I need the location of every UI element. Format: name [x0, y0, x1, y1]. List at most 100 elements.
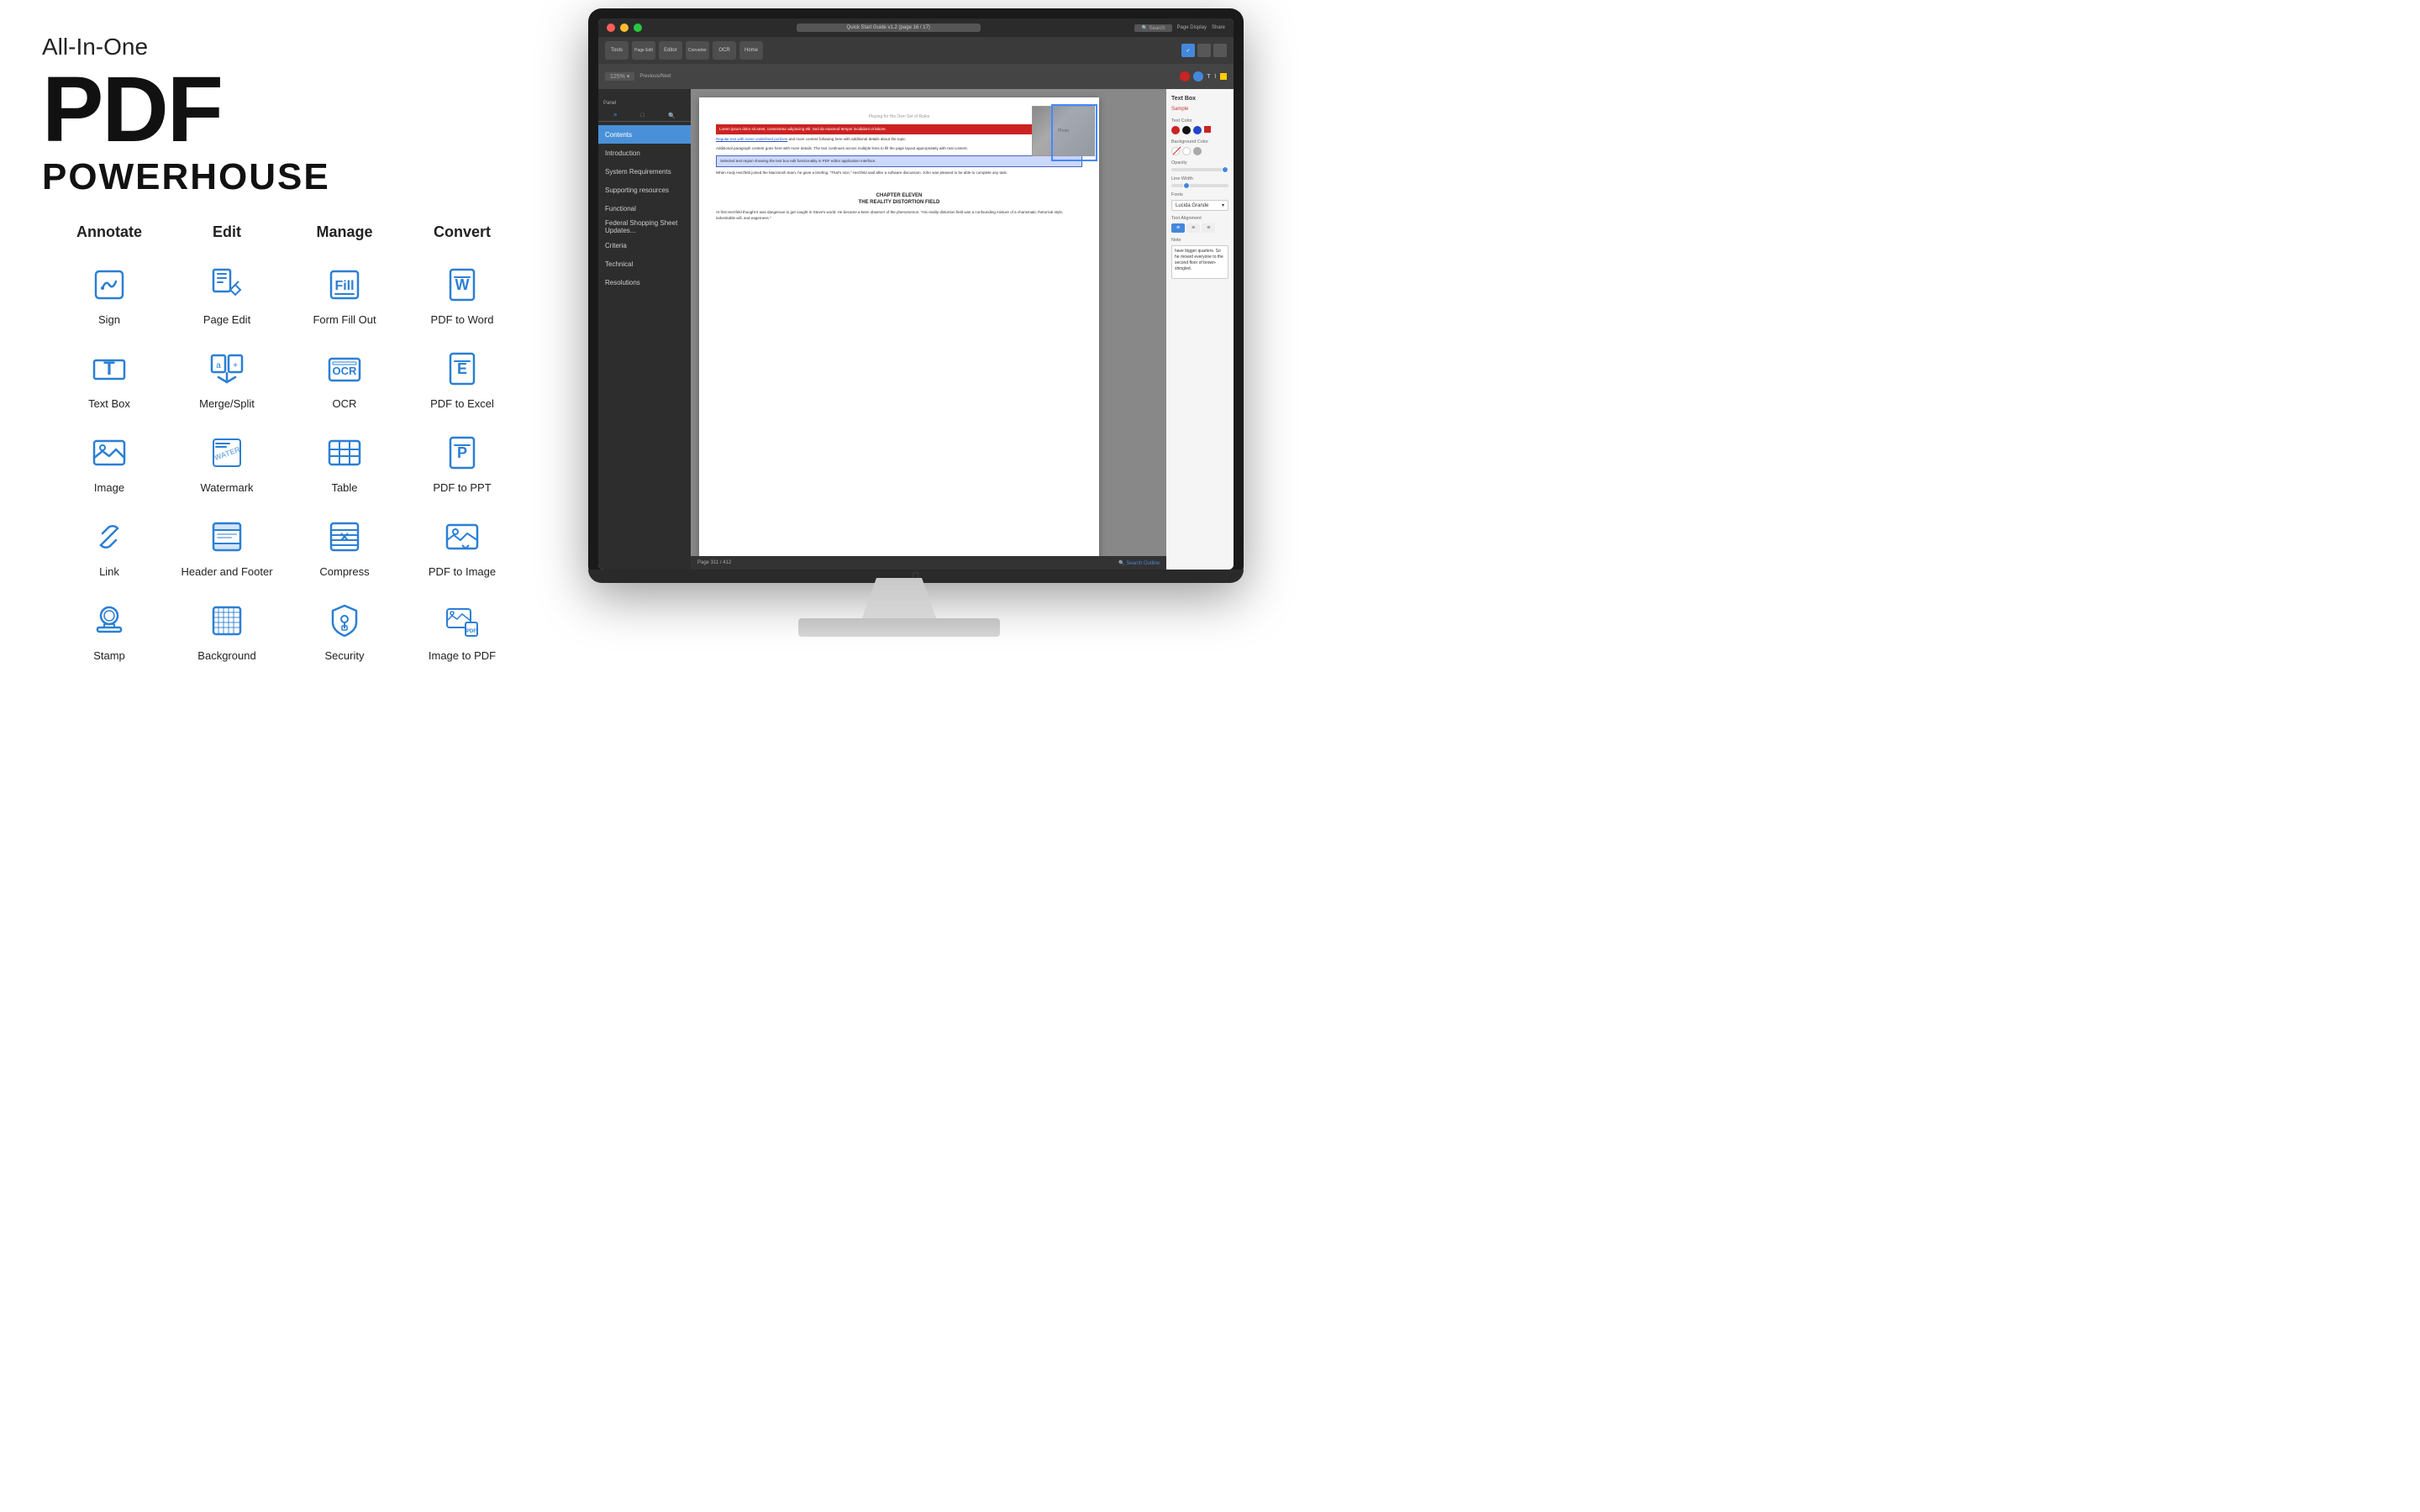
sidebar-nav-intro[interactable]: Introduction: [598, 144, 691, 162]
feature-merge-split[interactable]: a + Merge/Split: [168, 340, 286, 424]
red-tool[interactable]: [1180, 71, 1190, 81]
color-blue[interactable]: [1193, 126, 1202, 134]
feature-form-fill[interactable]: Fill Form Fill Out: [286, 256, 403, 340]
color-red[interactable]: [1171, 126, 1180, 134]
imac-stand-base: [798, 618, 1000, 637]
sidebar-nav-federal[interactable]: Federal Shopping Sheet Updates...: [598, 218, 691, 236]
align-right-btn[interactable]: ≡: [1202, 223, 1215, 233]
close-button[interactable]: [607, 24, 615, 32]
form-fill-label: Form Fill Out: [313, 313, 376, 326]
feature-page-edit[interactable]: Page Edit: [168, 256, 286, 340]
feature-pdf-word[interactable]: W PDF to Word: [403, 256, 521, 340]
feature-pdf-ppt[interactable]: P PDF to PPT: [403, 424, 521, 508]
pdf-image-icon: [440, 515, 484, 559]
color-custom[interactable]: [1204, 126, 1211, 133]
chapter-title: THE REALITY DISTORTION FIELD: [716, 200, 1082, 205]
color-black[interactable]: [1182, 126, 1191, 134]
feature-image-pdf[interactable]: PDF Image to PDF: [403, 592, 521, 676]
panel-tab-pages[interactable]: □: [641, 113, 644, 119]
feature-link[interactable]: Link: [50, 508, 168, 592]
sidebar-nav-technical[interactable]: Technical: [598, 255, 691, 273]
zoom-control[interactable]: 125% ▾: [605, 72, 634, 81]
feature-table[interactable]: Table: [286, 424, 403, 508]
align-center-btn[interactable]: ≡: [1186, 223, 1200, 233]
fonts-label: Fonts: [1171, 192, 1228, 197]
feature-pdf-image[interactable]: PDF to Image: [403, 508, 521, 592]
panel-tab-bookmarks[interactable]: ≡: [613, 113, 617, 119]
sidebar-nav-contents[interactable]: Contents: [598, 125, 691, 144]
feature-ocr[interactable]: OCR OCR: [286, 340, 403, 424]
home-btn[interactable]: Home: [739, 41, 763, 60]
feature-security[interactable]: Security: [286, 592, 403, 676]
toolbar-icon-3[interactable]: [1213, 44, 1227, 57]
panel-tab-search[interactable]: 🔍: [668, 113, 676, 119]
blue-selection-block: Selected text region showing the text bo…: [716, 155, 1082, 167]
category-edit: Edit: [168, 223, 286, 241]
editor-btn[interactable]: Editor: [659, 41, 682, 60]
search-bar[interactable]: 🔍 Search: [1134, 24, 1171, 32]
svg-text:Fill: Fill: [334, 279, 354, 293]
highlight-tool-btn[interactable]: ⌇: [1214, 73, 1217, 80]
font-selector[interactable]: Lucida Grande▾: [1171, 200, 1228, 211]
minimize-button[interactable]: [620, 24, 629, 32]
ocr-btn[interactable]: OCR: [713, 41, 736, 60]
line-width-label: Line Width: [1171, 176, 1228, 181]
bg-color-label: Background Color: [1171, 139, 1228, 144]
feature-sign[interactable]: Sign: [50, 256, 168, 340]
line-width-slider[interactable]: [1171, 184, 1228, 187]
blue-tool[interactable]: [1193, 71, 1203, 81]
share-btn[interactable]: Share: [1212, 25, 1225, 30]
feature-image[interactable]: Image: [50, 424, 168, 508]
left-panel[interactable]: Panel ≡ □ 🔍 Contents Introduction System…: [598, 89, 691, 570]
category-convert: Convert: [403, 223, 521, 241]
search-outline-btn[interactable]: 🔍 Search Outline: [1118, 560, 1160, 566]
toolbar-icon-1[interactable]: ✓: [1181, 44, 1195, 57]
svg-text:T: T: [103, 358, 115, 379]
selection-box-overlay[interactable]: [1051, 104, 1097, 161]
feature-text-box[interactable]: T Text Box: [50, 340, 168, 424]
align-left-btn[interactable]: ≡: [1171, 223, 1185, 233]
header-footer-label: Header and Footer: [181, 565, 272, 578]
feature-grid: Sign Page Edit Fill: [42, 256, 529, 676]
feature-background[interactable]: Background: [168, 592, 286, 676]
toolbar-icon-2[interactable]: [1197, 44, 1211, 57]
sidebar-nav-sysreq[interactable]: System Requirements: [598, 162, 691, 181]
sidebar-nav-resolutions[interactable]: Resolutions: [598, 273, 691, 291]
page-edit-btn[interactable]: Page Edit: [632, 41, 655, 60]
text-tool-btn[interactable]: T: [1207, 74, 1210, 80]
sidebar-nav-support[interactable]: Supporting resources: [598, 181, 691, 199]
tools-btn[interactable]: Tools: [605, 41, 629, 60]
feature-watermark[interactable]: WATER Watermark: [168, 424, 286, 508]
pdf-page: Playing for His Own Set of Rules Lorem i…: [699, 97, 1099, 561]
note-field[interactable]: have bigger quarters. So he moved everyo…: [1171, 245, 1228, 279]
feature-compress[interactable]: Compress: [286, 508, 403, 592]
page-edit-icon: [205, 263, 249, 307]
text-align-label: Text Alignment: [1171, 216, 1228, 221]
text-box-icon: T: [87, 347, 131, 391]
table-icon: [323, 431, 366, 475]
sign-label: Sign: [98, 313, 120, 326]
converter-btn[interactable]: Converter: [686, 41, 709, 60]
bg-color-none[interactable]: [1171, 147, 1180, 155]
note-label: Note: [1171, 238, 1228, 243]
tagline-powerhouse: POWERHOUSE: [42, 156, 529, 198]
pdf-document-area[interactable]: Playing for His Own Set of Rules Lorem i…: [691, 89, 1166, 570]
bg-color-gray[interactable]: [1193, 147, 1202, 155]
right-content: Quick Start Guide v1.2 (page 16 / 17) 🔍 …: [546, 0, 1235, 756]
sidebar-nav-criteria[interactable]: Criteria: [598, 236, 691, 255]
sidebar-nav-functional[interactable]: Functional: [598, 199, 691, 218]
opacity-slider[interactable]: [1171, 168, 1228, 171]
header-footer-icon: [205, 515, 249, 559]
bg-color-white[interactable]: [1182, 147, 1191, 155]
fullscreen-button[interactable]: [634, 24, 642, 32]
color-picker[interactable]: [1220, 73, 1227, 80]
form-fill-icon: Fill: [323, 263, 366, 307]
page-info-bar: Page 311 / 412 🔍 Search Outline: [691, 556, 1166, 570]
svg-text:+: +: [233, 361, 238, 370]
bg-color-row: [1171, 147, 1228, 155]
feature-pdf-excel[interactable]: E PDF to Excel: [403, 340, 521, 424]
feature-header-footer[interactable]: Header and Footer: [168, 508, 286, 592]
page-display-btn[interactable]: Page Display: [1177, 25, 1207, 30]
prev-next-btn[interactable]: Previous/Next: [639, 74, 671, 79]
feature-stamp[interactable]: Stamp: [50, 592, 168, 676]
